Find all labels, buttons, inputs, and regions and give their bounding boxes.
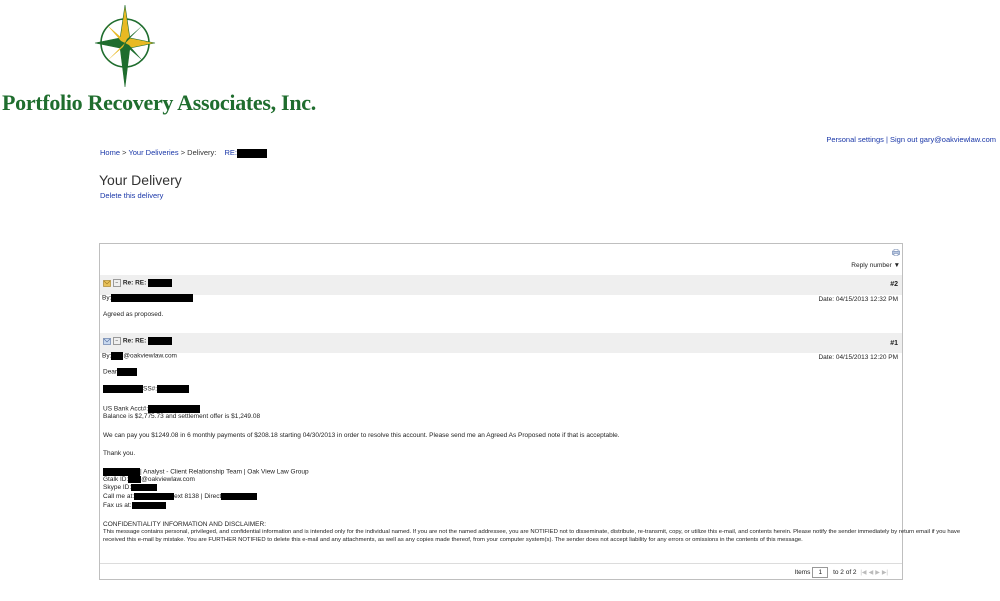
delete-delivery-link[interactable]: Delete this delivery [100, 191, 163, 200]
redaction-bar [148, 405, 201, 413]
reply-number-dropdown[interactable]: Reply number ▼ [851, 262, 900, 269]
signature-title: | Analyst - Client Relationship Team | O… [103, 468, 309, 476]
bank-line: US Bank Acct#: [103, 405, 201, 413]
skype-line: Skype ID: [103, 484, 158, 492]
last-page-icon[interactable]: ▶| [882, 569, 888, 576]
redaction-bar [221, 493, 258, 500]
redaction-bar [117, 368, 138, 376]
thanks-line: Thank you. [103, 450, 136, 457]
message-subject: Re: RE: [122, 337, 147, 345]
fax-line: Fax us at: [103, 502, 166, 509]
redaction-bar [103, 468, 140, 476]
redaction-bar [134, 493, 175, 500]
pager-bar: Items 1 to 2 of 2 |◀ ◀ ▶ ▶| [100, 563, 902, 579]
message-header [100, 275, 902, 295]
personal-settings-link[interactable]: Personal settings [826, 135, 884, 144]
breadcrumb-deliveries[interactable]: Your Deliveries [128, 148, 178, 157]
disclaimer-title: CONFIDENTIALITY INFORMATION AND DISCLAIM… [103, 521, 266, 528]
compass-logo-icon [94, 4, 156, 88]
breadcrumb-sep: > [178, 148, 188, 157]
message-subject: Re: RE: [122, 279, 147, 287]
gtalk-label: Gtalk ID: [103, 476, 129, 484]
breadcrumb-current: Delivery: [187, 148, 217, 157]
balance-line: Balance is $2,775.73 and settlement offe… [103, 413, 261, 420]
message-date: Date: 04/15/2013 12:20 PM [818, 354, 898, 361]
pager-items-label: Items [794, 569, 811, 577]
skype-label: Skype ID: [103, 484, 132, 492]
ss-label: SS#: [143, 385, 158, 393]
pager-items-input[interactable]: 1 [812, 567, 829, 578]
prev-page-icon[interactable]: ◀ [869, 569, 874, 576]
redaction-bar [111, 352, 124, 360]
message-number: #1 [890, 340, 898, 347]
greeting-text: Dear [103, 368, 118, 376]
message-body: Agreed as proposed. [103, 311, 164, 318]
disclaimer-text: received this e-mail by mistake. You are… [103, 537, 803, 543]
message-date: Date: 04/15/2013 12:32 PM [818, 296, 898, 303]
sign-out-link[interactable]: Sign out gary@oakviewlaw.com [890, 135, 996, 144]
company-name: Portfolio Recovery Associates, Inc. [2, 90, 316, 115]
call-label: Call me at: [103, 493, 135, 501]
message-subject-row[interactable]: − Re: RE: [103, 337, 173, 345]
message-by-label: By: [102, 294, 112, 302]
signature-title-text: | Analyst - Client Relationship Team | O… [140, 468, 309, 476]
redaction-bar [103, 385, 143, 393]
gtalk-domain: @oakviewlaw.com [141, 476, 195, 484]
redaction-bar [236, 148, 267, 158]
print-icon[interactable] [892, 249, 900, 256]
gtalk-line: Gtalk ID: @oakviewlaw.com [103, 476, 195, 483]
collapse-icon[interactable]: − [112, 279, 121, 287]
message-by-domain: @oakviewlaw.com [123, 352, 177, 360]
redaction-bar [111, 294, 194, 302]
message-number: #2 [890, 281, 898, 288]
page-title: Your Delivery [99, 172, 182, 188]
redaction-bar [131, 502, 166, 509]
user-links: Personal settings | Sign out gary@oakvie… [826, 135, 996, 144]
ss-line: SS#: [103, 385, 190, 393]
pager-range: to 2 of 2 [833, 569, 857, 577]
breadcrumb-current-subject: RE: [224, 148, 237, 157]
breadcrumb: Home > Your Deliveries > Delivery: RE: [100, 148, 267, 158]
call-line: Call me at: ext 8138 | Direct [103, 493, 258, 501]
call-ext: ext 8138 | Direct [174, 493, 222, 501]
fax-label: Fax us at: [103, 502, 132, 510]
offer-line: We can pay you $1249.08 in 6 monthly pay… [103, 432, 620, 439]
envelope-icon [103, 337, 111, 345]
redaction-bar [148, 337, 173, 345]
bank-label: US Bank Acct#: [103, 405, 149, 413]
envelope-icon [103, 279, 111, 287]
redaction-bar [131, 484, 158, 491]
disclaimer-text: This message contains personal, privileg… [103, 529, 961, 535]
greeting-line: Dear [103, 368, 138, 376]
collapse-icon[interactable]: − [112, 337, 121, 345]
breadcrumb-home[interactable]: Home [100, 148, 120, 157]
redaction-bar [128, 476, 142, 483]
delivery-panel: Reply number ▼ − Re: RE: #2 By: Date: 04/… [99, 243, 960, 580]
redaction-bar [157, 385, 190, 393]
next-page-icon[interactable]: ▶ [875, 569, 880, 576]
first-page-icon[interactable]: |◀ [860, 569, 866, 576]
redaction-bar [148, 279, 173, 287]
pager: Items 1 to 2 of 2 |◀ ◀ ▶ ▶| [795, 567, 888, 578]
message-subject-row[interactable]: − Re: RE: [103, 279, 173, 287]
message-by-label: By: [102, 352, 112, 360]
message-author-row: By: @oakviewlaw.com [102, 352, 177, 360]
message-header [100, 333, 902, 353]
message-author-row: By: [102, 294, 194, 302]
